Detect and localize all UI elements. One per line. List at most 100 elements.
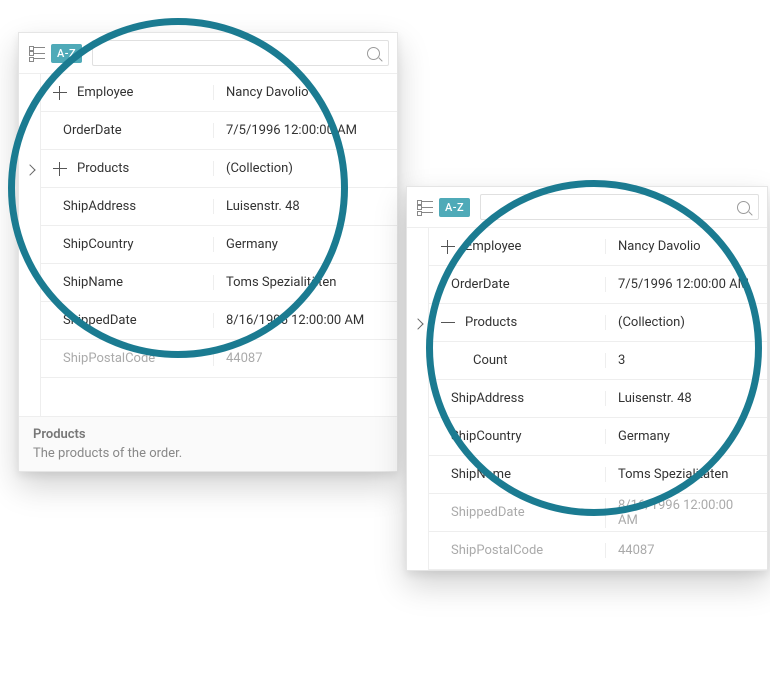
property-value: 44087 <box>618 543 655 558</box>
search-box[interactable] <box>480 194 759 220</box>
property-grid-panel-collapsed: A-Z Employee Nancy Davolio OrderDate 7/5/19… <box>18 32 398 472</box>
property-row[interactable]: Employee Nancy Davolio <box>41 74 397 112</box>
property-name: Employee <box>465 239 521 254</box>
sort-alpha-button[interactable]: A-Z <box>439 198 470 217</box>
property-value-cell[interactable]: 3 <box>605 353 767 368</box>
search-input[interactable] <box>101 46 367 61</box>
property-value-cell[interactable]: 44087 <box>605 543 767 558</box>
property-name: ShipPostalCode <box>451 543 543 558</box>
property-name-cell: ShipPostalCode <box>429 543 605 558</box>
property-row[interactable]: ShipAddress Luisenstr. 48 <box>429 380 767 418</box>
search-icon <box>737 201 750 214</box>
property-value-cell[interactable]: Luisenstr. 48 <box>213 199 397 214</box>
property-name: ShipCountry <box>451 429 521 444</box>
property-name: ShipCountry <box>63 237 133 252</box>
property-name-cell: ShippedDate <box>41 313 213 328</box>
property-name-cell: Employee <box>41 85 213 100</box>
search-icon <box>367 47 380 60</box>
property-row[interactable]: OrderDate 7/5/1996 12:00:00 AM <box>429 266 767 304</box>
property-name-cell: OrderDate <box>41 123 213 138</box>
toolbar: A-Z <box>407 187 767 228</box>
collapse-icon[interactable] <box>441 316 455 330</box>
property-grid: Employee Nancy Davolio OrderDate 7/5/1996 1… <box>41 74 397 416</box>
chevron-right-icon[interactable] <box>24 164 35 175</box>
description-title: Products <box>33 427 383 442</box>
property-value-cell[interactable]: Nancy Davolio <box>605 239 767 254</box>
property-value: Toms Spezialitäten <box>226 275 336 290</box>
sort-alpha-button[interactable]: A-Z <box>51 44 82 63</box>
property-value: Luisenstr. 48 <box>226 199 300 214</box>
property-value-cell[interactable]: Toms Spezialitäten <box>605 467 767 482</box>
property-value-cell[interactable]: Germany <box>605 429 767 444</box>
property-value: (Collection) <box>618 315 685 330</box>
property-row[interactable]: OrderDate 7/5/1996 12:00:00 AM <box>41 112 397 150</box>
property-value-cell[interactable]: 7/5/1996 12:00:00 AM <box>605 277 767 292</box>
property-row[interactable]: ShipName Toms Spezialitäten <box>429 456 767 494</box>
property-name: ShippedDate <box>451 505 525 520</box>
property-value-cell[interactable]: Germany <box>213 237 397 252</box>
property-row[interactable]: ShipCountry Germany <box>41 226 397 264</box>
property-value: Nancy Davolio <box>226 85 309 100</box>
property-value-cell[interactable]: Nancy Davolio <box>213 85 397 100</box>
property-name: OrderDate <box>451 277 510 292</box>
row-expander-gutter <box>407 228 429 570</box>
property-row[interactable]: ShipPostalCode 44087 <box>41 340 397 378</box>
property-value: (Collection) <box>226 161 293 176</box>
property-name-cell: ShippedDate <box>429 505 605 520</box>
categorized-icon[interactable] <box>415 200 433 214</box>
expand-icon[interactable] <box>53 86 67 100</box>
property-value-cell[interactable]: (Collection) <box>605 315 767 330</box>
property-row[interactable]: Products (Collection) <box>41 150 397 188</box>
property-value-cell[interactable]: Toms Spezialitäten <box>213 275 397 290</box>
property-value-cell[interactable]: 8/16/1996 12:00:00 AM <box>213 313 397 328</box>
description-body: The products of the order. <box>33 446 383 461</box>
chevron-right-icon[interactable] <box>412 318 423 329</box>
property-name-cell: ShipCountry <box>41 237 213 252</box>
property-name-cell: ShipAddress <box>41 199 213 214</box>
property-name: Products <box>465 315 517 330</box>
property-name: ShippedDate <box>63 313 137 328</box>
expand-icon[interactable] <box>53 162 67 176</box>
property-name-cell: OrderDate <box>429 277 605 292</box>
property-name-cell: ShipCountry <box>429 429 605 444</box>
property-name: ShipName <box>63 275 123 290</box>
property-row[interactable]: ShipCountry Germany <box>429 418 767 456</box>
property-value-cell[interactable]: 8/16/1996 12:00:00 AM <box>605 498 767 528</box>
expand-icon[interactable] <box>441 240 455 254</box>
property-name-cell: Products <box>41 161 213 176</box>
property-grid: Employee Nancy Davolio OrderDate 7/5/1996 1… <box>429 228 767 570</box>
property-row[interactable]: ShipAddress Luisenstr. 48 <box>41 188 397 226</box>
property-value: Nancy Davolio <box>618 239 701 254</box>
property-value: Luisenstr. 48 <box>618 391 692 406</box>
property-name-cell: Products <box>429 315 605 330</box>
property-name-cell: ShipName <box>41 275 213 290</box>
property-value: 7/5/1996 12:00:00 AM <box>618 277 749 292</box>
property-value: 44087 <box>226 351 263 366</box>
property-value: Toms Spezialitäten <box>618 467 728 482</box>
property-name-cell: ShipAddress <box>429 391 605 406</box>
property-value-cell[interactable]: 7/5/1996 12:00:00 AM <box>213 123 397 138</box>
property-row[interactable]: Count3 <box>429 342 767 380</box>
property-value: 8/16/1996 12:00:00 AM <box>226 313 364 328</box>
property-name: ShipName <box>451 467 511 482</box>
search-box[interactable] <box>92 40 389 66</box>
property-value: 8/16/1996 12:00:00 AM <box>618 498 755 528</box>
property-name: Employee <box>77 85 133 100</box>
property-name: ShipPostalCode <box>63 351 155 366</box>
property-grid-panel-expanded: A-Z Employee Nancy Davolio OrderDate 7/5/19… <box>406 186 768 571</box>
property-row[interactable]: Products (Collection) <box>429 304 767 342</box>
property-name: OrderDate <box>63 123 122 138</box>
property-name: ShipAddress <box>63 199 136 214</box>
property-row[interactable]: ShippedDate 8/16/1996 12:00:00 AM <box>41 302 397 340</box>
property-name-cell: Count <box>429 353 605 368</box>
property-row[interactable]: ShipName Toms Spezialitäten <box>41 264 397 302</box>
categorized-icon[interactable] <box>27 46 45 60</box>
property-row[interactable]: ShipPostalCode 44087 <box>429 532 767 570</box>
row-expander-gutter <box>19 74 41 416</box>
search-input[interactable] <box>489 200 737 215</box>
property-row[interactable]: Employee Nancy Davolio <box>429 228 767 266</box>
property-value-cell[interactable]: Luisenstr. 48 <box>605 391 767 406</box>
property-row[interactable]: ShippedDate 8/16/1996 12:00:00 AM <box>429 494 767 532</box>
property-value-cell[interactable]: (Collection) <box>213 161 397 176</box>
property-value-cell[interactable]: 44087 <box>213 351 397 366</box>
